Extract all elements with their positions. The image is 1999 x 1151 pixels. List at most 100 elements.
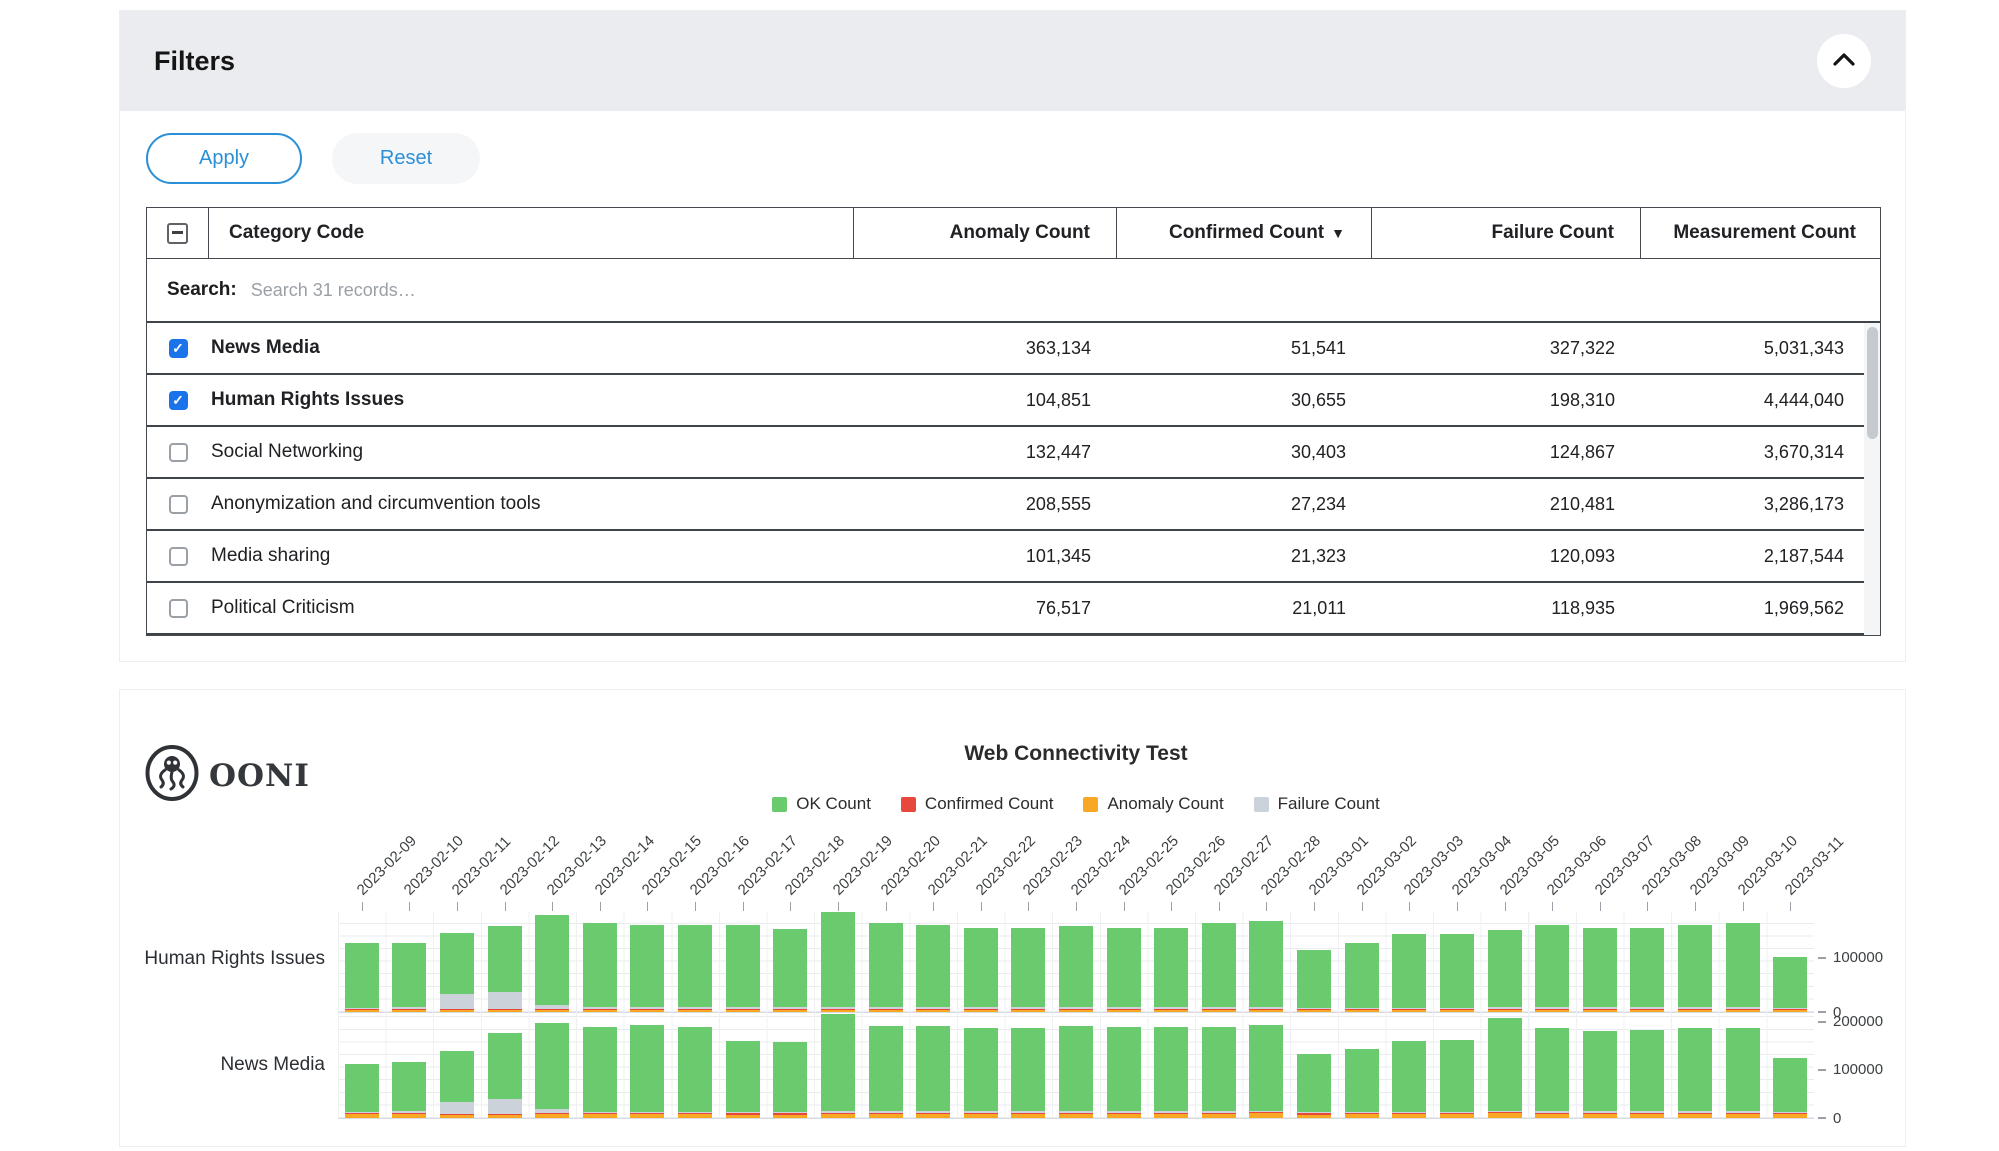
bar-segment-ok-count <box>1297 950 1331 1009</box>
category-table: Category Code Anomaly Count Confirmed Co… <box>146 207 1881 636</box>
confirmed-count-cell: 21,011 <box>1117 598 1372 619</box>
collapse-panel-button[interactable] <box>1817 34 1871 88</box>
bar-segment-ok-count <box>916 1026 950 1111</box>
bar-segment-ok-count <box>773 1042 807 1112</box>
stacked-bar <box>1583 1031 1617 1118</box>
anomaly-count-cell: 101,345 <box>854 546 1117 567</box>
stacked-bar <box>1678 1028 1712 1118</box>
checkbox-unchecked[interactable] <box>169 547 188 566</box>
bar-segment-anomaly-count <box>773 1115 807 1118</box>
checkbox-unchecked[interactable] <box>169 495 188 514</box>
bar-segment-ok-count <box>488 926 522 992</box>
checkbox-checked[interactable] <box>169 391 188 410</box>
sort-descending-icon: ▼ <box>1331 225 1345 241</box>
column-header-anomaly-count[interactable]: Anomaly Count <box>854 208 1117 258</box>
bar-segment-failure-count <box>440 994 474 1009</box>
x-axis-tick <box>790 902 791 911</box>
bar-segment-anomaly-count <box>1202 1114 1236 1118</box>
column-header-category-code[interactable]: Category Code <box>209 208 854 258</box>
stacked-bar <box>1107 1027 1141 1118</box>
x-axis-tick <box>1266 902 1267 911</box>
table-row[interactable]: Political Criticism76,51721,011118,9351,… <box>147 583 1880 635</box>
bar-segment-ok-count <box>678 1027 712 1112</box>
bar-segment-ok-count <box>1678 1028 1712 1112</box>
bar-segment-ok-count <box>1154 1027 1188 1111</box>
stacked-bar <box>1392 1041 1426 1118</box>
measurement-count-cell: 4,444,040 <box>1641 390 1880 411</box>
legend-item-ok-count[interactable]: OK Count <box>772 794 871 814</box>
legend-item-anomaly-count[interactable]: Anomaly Count <box>1083 794 1223 814</box>
checkbox-unchecked[interactable] <box>169 443 188 462</box>
y-axis-tick-label: 100000 <box>1818 949 1883 967</box>
ooni-logo-text: OONI <box>209 758 310 794</box>
column-header-measurement-count[interactable]: Measurement Count <box>1641 208 1882 258</box>
x-axis-tick <box>457 902 458 911</box>
legend-item-failure-count[interactable]: Failure Count <box>1254 794 1380 814</box>
y-axis-tick-label: 0 <box>1818 1109 1841 1127</box>
stacked-bar <box>1154 1027 1188 1118</box>
x-axis-tick <box>1124 902 1125 911</box>
bar-segment-ok-count <box>1678 925 1712 1007</box>
apply-button[interactable]: Apply <box>146 133 302 184</box>
select-all-checkbox-indeterminate[interactable] <box>167 223 188 244</box>
checkbox-unchecked[interactable] <box>169 599 188 618</box>
x-axis-tick <box>1409 902 1410 911</box>
bar-segment-ok-count <box>1297 1054 1331 1113</box>
bar-segment-anomaly-count <box>1678 1114 1712 1118</box>
table-header-row: Category Code Anomaly Count Confirmed Co… <box>147 208 1880 259</box>
x-axis-tick <box>1790 902 1791 911</box>
x-axis-tick <box>552 902 553 911</box>
bar-segment-ok-count <box>1107 1027 1141 1111</box>
stacked-bar <box>1011 928 1045 1012</box>
bar-segment-anomaly-count <box>1154 1114 1188 1118</box>
table-row[interactable]: Human Rights Issues104,85130,655198,3104… <box>147 375 1880 427</box>
bar-segment-anomaly-count <box>1773 1114 1807 1118</box>
stacked-bar <box>916 1026 950 1118</box>
x-axis-tick <box>838 902 839 911</box>
bar-segment-anomaly-count <box>1011 1114 1045 1118</box>
bar-segment-ok-count <box>345 943 379 1008</box>
stacked-bar <box>1154 928 1188 1012</box>
bar-segment-ok-count <box>535 915 569 1005</box>
ooni-octopus-icon <box>144 744 200 807</box>
failure-count-cell: 118,935 <box>1372 598 1641 619</box>
stacked-bar <box>916 925 950 1012</box>
table-row[interactable]: Social Networking132,44730,403124,8673,6… <box>147 427 1880 479</box>
reset-button[interactable]: Reset <box>332 133 480 184</box>
table-row[interactable]: Anonymization and circumvention tools208… <box>147 479 1880 531</box>
bar-segment-ok-count <box>1345 943 1379 1008</box>
column-header-failure-count[interactable]: Failure Count <box>1372 208 1641 258</box>
stacked-bar <box>1202 923 1236 1012</box>
legend-swatch-icon <box>901 797 916 812</box>
table-row[interactable]: News Media363,13451,541327,3225,031,343 <box>147 323 1880 375</box>
chart-panel: OONI Web Connectivity Test OK CountConfi… <box>119 689 1906 1147</box>
confirmed-count-cell: 51,541 <box>1117 338 1372 359</box>
bar-segment-ok-count <box>1011 1028 1045 1111</box>
checkbox-checked[interactable] <box>169 339 188 358</box>
table-scrollbar-thumb[interactable] <box>1867 327 1878 439</box>
x-axis-tick <box>1362 902 1363 911</box>
bar-segment-ok-count <box>964 928 998 1007</box>
confirmed-count-cell: 30,655 <box>1117 390 1372 411</box>
facet-plot <box>338 1012 1814 1119</box>
legend-item-confirmed-count[interactable]: Confirmed Count <box>901 794 1054 814</box>
stacked-bar <box>1773 1058 1807 1118</box>
measurement-count-cell: 2,187,544 <box>1641 546 1880 567</box>
bar-segment-anomaly-count <box>488 1115 522 1118</box>
select-all-cell[interactable] <box>147 208 209 258</box>
table-row[interactable]: Media sharing101,34521,323120,0932,187,5… <box>147 531 1880 583</box>
table-scrollbar-track[interactable] <box>1864 323 1880 635</box>
x-axis-tick <box>362 902 363 911</box>
stacked-bar <box>678 925 712 1012</box>
column-header-confirmed-count[interactable]: Confirmed Count ▼ <box>1117 208 1372 258</box>
x-axis-tick <box>1695 902 1696 911</box>
stacked-bar <box>630 1025 664 1118</box>
anomaly-count-cell: 208,555 <box>854 494 1117 515</box>
bar-segment-ok-count <box>488 1033 522 1099</box>
search-input[interactable] <box>249 279 853 302</box>
y-axis-tick-mark <box>1818 957 1826 959</box>
x-axis-tick <box>1171 902 1172 911</box>
stacked-bar <box>1202 1027 1236 1118</box>
bar-segment-ok-count <box>1583 1031 1617 1111</box>
stacked-bar <box>1297 950 1331 1012</box>
